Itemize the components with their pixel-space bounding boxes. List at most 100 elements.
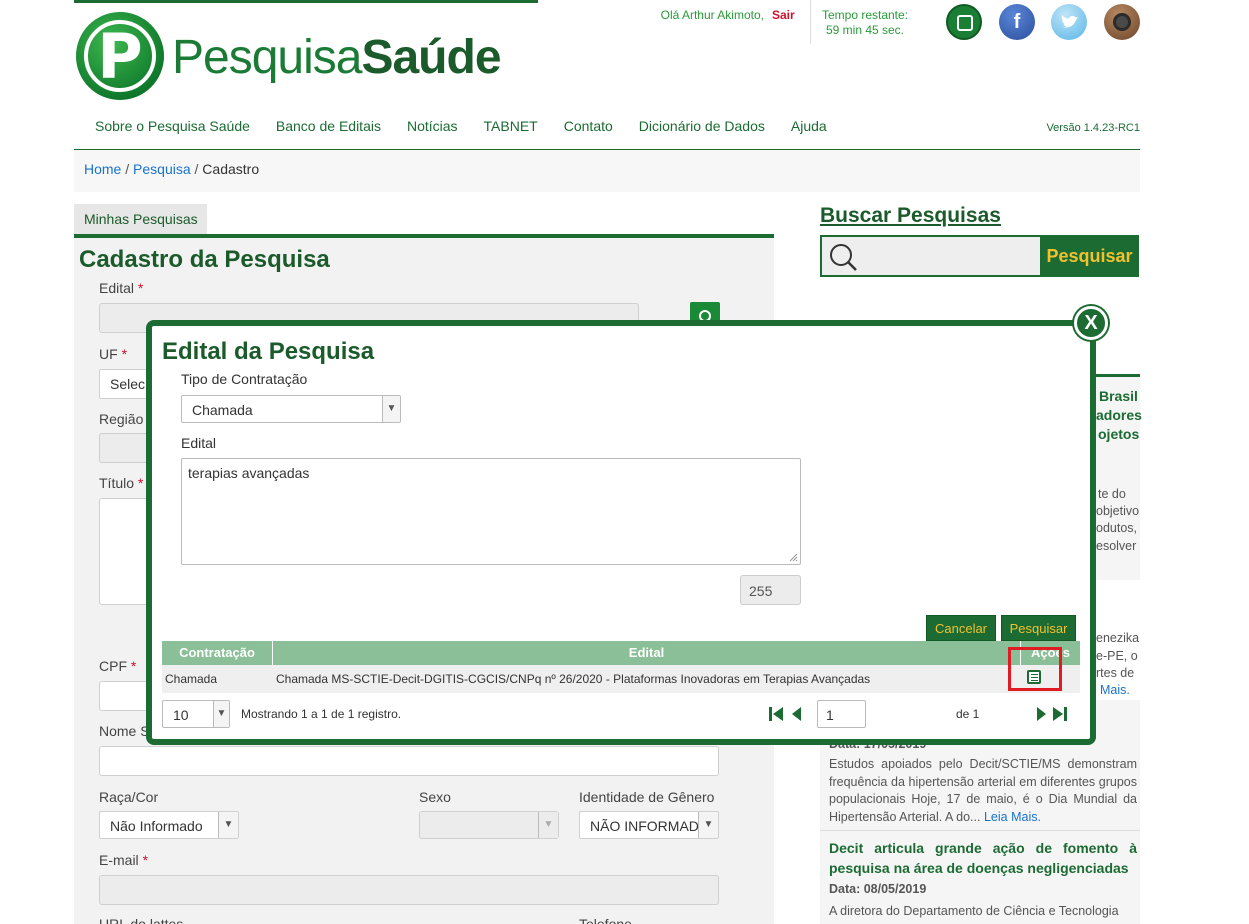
news-read-more-link[interactable]: Mais.: [1100, 682, 1130, 700]
logo-mark[interactable]: P: [76, 12, 164, 100]
chevron-down-icon: ▼: [382, 396, 400, 422]
news-fragment: e-PE, o: [1096, 649, 1138, 663]
nav-item-dicionario[interactable]: Dicionário de Dados: [639, 118, 765, 140]
page-size-value: 10: [173, 707, 189, 723]
logo-text-a: Pesquisa: [172, 31, 362, 84]
user-greeting: Olá Arthur Akimoto,: [660, 8, 764, 22]
chevron-down-icon: ▼: [698, 812, 718, 838]
telefone-label: Telefone: [579, 916, 632, 924]
modal-edital-label: Edital: [181, 435, 217, 451]
chevron-down-icon: ▼: [218, 812, 238, 838]
cpf-label: CPF *: [99, 658, 137, 674]
news-title[interactable]: Decit articula grande ação de fomento à …: [829, 838, 1137, 878]
nav-item-contato[interactable]: Contato: [564, 118, 613, 140]
news-fragment: ojetos: [1098, 426, 1140, 442]
chevron-down-icon: ▼: [213, 701, 229, 727]
facebook-icon[interactable]: f: [999, 4, 1035, 40]
news-summary: Estudos apoiados pelo Decit/SCTIE/MS dem…: [829, 757, 1137, 824]
logo-letter: P: [97, 20, 143, 93]
close-modal-button[interactable]: X: [1074, 306, 1108, 340]
session-timer: Tempo restante: 59 min 45 sec.: [818, 8, 912, 38]
sidebar-search-input[interactable]: [820, 235, 1040, 277]
main-nav: Sobre o Pesquisa Saúde Banco de Editais …: [82, 118, 840, 140]
breadcrumb-pesquisa[interactable]: Pesquisa: [133, 161, 191, 177]
nome-label: Nome S: [99, 723, 150, 739]
nav-item-banco-editais[interactable]: Banco de Editais: [276, 118, 381, 140]
logo-text-b: Saúde: [361, 31, 501, 84]
regiao-label: Região: [99, 411, 144, 427]
chevron-down-icon: ▼: [538, 812, 558, 838]
cancel-button[interactable]: Cancelar: [926, 615, 996, 641]
breadcrumb-current: Cadastro: [202, 161, 260, 177]
tipo-contratacao-value: Chamada: [192, 402, 253, 418]
lattes-label: URL do lattes: [99, 916, 184, 924]
first-page-icon[interactable]: [768, 706, 784, 727]
tipo-contratacao-select[interactable]: Chamada ▼: [181, 395, 401, 423]
news-fragment: adores: [1096, 407, 1142, 423]
tab-minhas-pesquisas[interactable]: Minhas Pesquisas: [74, 204, 207, 234]
header-divider: [810, 0, 811, 44]
breadcrumb-separator: /: [121, 161, 134, 177]
last-page-icon[interactable]: [1052, 706, 1068, 727]
twitter-icon[interactable]: [1051, 4, 1087, 40]
column-header-edital[interactable]: Edital: [273, 641, 1020, 665]
session-timer-label: Tempo restante:: [821, 8, 909, 22]
edital-label: Edital *: [99, 280, 144, 296]
news-fragment: odutos,: [1096, 521, 1138, 535]
pagination-summary: Mostrando 1 a 1 de 1 registro.: [241, 707, 402, 721]
email-field[interactable]: [99, 875, 719, 905]
search-panel-title: Buscar Pesquisas: [820, 204, 1001, 227]
instagram-icon[interactable]: [1104, 4, 1140, 40]
modal-search-button[interactable]: Pesquisar: [1001, 615, 1076, 641]
news-fragment: enezika: [1096, 631, 1140, 645]
sexo-label: Sexo: [419, 789, 451, 805]
modal-edital-value: terapias avançadas: [188, 465, 310, 481]
char-counter: 255: [740, 575, 801, 605]
breadcrumb-separator: /: [190, 161, 203, 177]
resize-handle-icon: [789, 553, 798, 562]
next-page-icon[interactable]: [1036, 706, 1048, 727]
nav-item-noticias[interactable]: Notícias: [407, 118, 458, 140]
search-icon: [830, 244, 857, 271]
session-timer-value: 59 min 45 sec.: [825, 23, 905, 37]
breadcrumb-home[interactable]: Home: [84, 161, 121, 177]
news-fragment: objetivo: [1096, 504, 1140, 518]
news-fragment: te do: [1098, 487, 1126, 501]
page-size-select[interactable]: 10 ▼: [162, 700, 230, 728]
column-header-contratacao[interactable]: Contratação: [162, 641, 272, 665]
action-highlight-box: [1008, 647, 1062, 691]
modal-edital-textarea[interactable]: terapias avançadas: [181, 458, 801, 565]
page-total: de 1: [956, 707, 980, 721]
news-fragment: esolver: [1096, 539, 1137, 553]
email-label: E-mail *: [99, 852, 149, 868]
titulo-label: Título *: [99, 475, 144, 491]
form-title: Cadastro da Pesquisa: [79, 246, 330, 273]
logout-link[interactable]: Sair: [772, 8, 795, 22]
news-divider: [820, 830, 1140, 831]
nav-item-sobre[interactable]: Sobre o Pesquisa Saúde: [95, 118, 250, 140]
news-date: Data: 08/05/2019: [829, 882, 927, 896]
page-number-input[interactable]: 1: [817, 700, 866, 728]
modal-title: Edital da Pesquisa: [162, 338, 375, 365]
sexo-select[interactable]: ▼: [419, 811, 559, 839]
breadcrumb: Home / Pesquisa / Cadastro: [84, 161, 259, 177]
sidebar-search-button[interactable]: Pesquisar: [1040, 235, 1139, 277]
prev-page-icon[interactable]: [790, 706, 802, 727]
logo-wordmark[interactable]: PesquisaSaúde: [172, 30, 502, 85]
nome-field[interactable]: [99, 746, 719, 776]
cell-edital: Chamada MS-SCTIE-Decit-DGITIS-CGCIS/CNPq…: [276, 672, 871, 686]
news-read-more-link[interactable]: Leia Mais.: [984, 810, 1041, 824]
genero-label: Identidade de Gênero: [579, 789, 715, 805]
cell-contratacao: Chamada: [165, 672, 218, 686]
nav-item-ajuda[interactable]: Ajuda: [791, 118, 827, 140]
header-top-bar: [74, 0, 538, 3]
nav-item-tabnet[interactable]: TABNET: [484, 118, 538, 140]
raca-label: Raça/Cor: [99, 789, 159, 805]
edit-icon[interactable]: [946, 4, 982, 40]
raca-select[interactable]: Não Informado ▼: [99, 811, 239, 839]
uf-label: UF *: [99, 346, 128, 362]
news-fragment: Brasil: [1099, 388, 1138, 404]
news-summary: A diretora do Departamento de Ciência e …: [829, 904, 1119, 918]
genero-select[interactable]: NÃO INFORMADA ▼: [579, 811, 719, 839]
version-label: Versão 1.4.23-RC1: [1046, 122, 1140, 134]
